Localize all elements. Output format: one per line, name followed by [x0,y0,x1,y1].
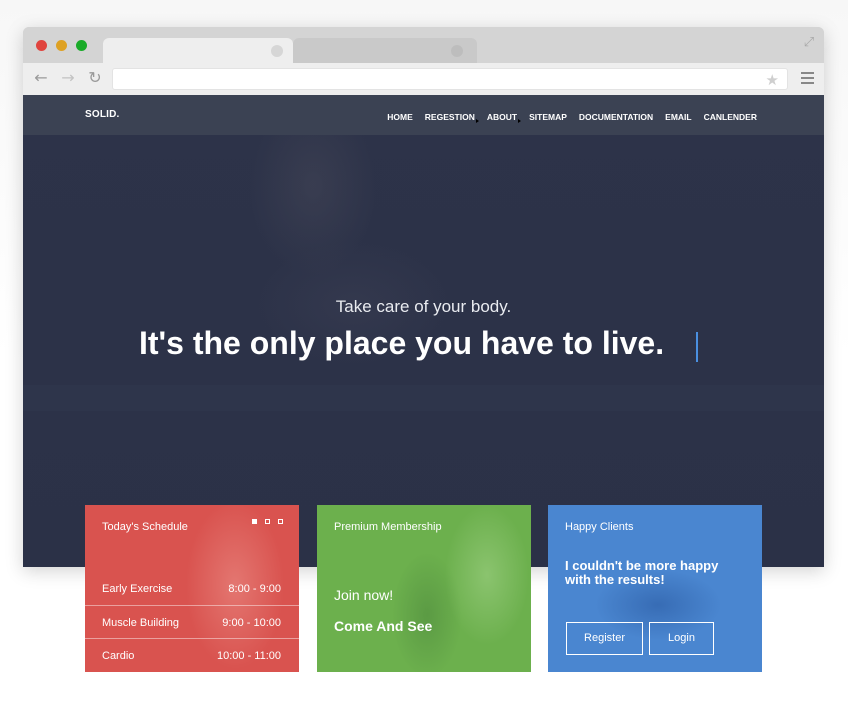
close-window-button[interactable] [36,40,47,51]
browser-tab[interactable] [293,38,477,64]
nav-regestion-label: REGESTION [424,112,475,122]
nav-home[interactable]: HOME [387,112,413,122]
main-nav: HOME REGESTION ABOUT SITEMAP DOCUMENTATI… [387,112,757,123]
text-cursor [696,332,698,362]
register-button[interactable]: Register [566,622,643,655]
schedule-time: 10:00 - 11:00 [216,650,281,662]
join-text: Join now! [334,587,394,603]
nav-email[interactable]: EMAIL [665,112,691,122]
slider-dot[interactable] [265,519,270,524]
nav-regestion[interactable]: REGESTION [424,112,479,123]
clients-heading: Happy Clients [565,521,634,533]
title-bar: ⤢ [23,27,824,64]
menu-icon[interactable] [801,72,814,84]
slider-dot[interactable] [278,519,283,524]
hero-subtitle: Take care of your body. [335,297,512,316]
star-icon[interactable]: ★ [766,71,779,89]
hero-title: It's the only place you have to live. [139,325,665,361]
forward-arrow-icon[interactable]: → [59,69,77,87]
site-header: SOLID. HOME REGESTION ABOUT SITEMAP DOCU… [23,95,824,135]
membership-card: Premium Membership Join now! Come And Se… [317,505,531,672]
nav-sitemap[interactable]: SITEMAP [529,112,567,122]
tab-close-icon[interactable] [271,45,283,57]
browser-window: ⤢ ← → ↻ ★ SOLID. HOME REGESTION ABOUT SI… [23,27,824,567]
address-bar[interactable]: ★ [112,68,788,90]
caret-right-icon [518,119,522,123]
come-and-see-link[interactable]: Come And See [334,618,432,634]
minimize-window-button[interactable] [56,40,67,51]
login-button[interactable]: Login [649,622,714,655]
slider-dot[interactable] [252,519,257,524]
back-arrow-icon[interactable]: ← [32,69,50,87]
browser-toolbar: ← → ↻ ★ [23,63,824,95]
schedule-card: Today's Schedule Early Exercise 8:00 - 9… [85,505,299,672]
schedule-name: Muscle Building [102,617,180,629]
expand-icon[interactable]: ⤢ [802,35,816,49]
schedule-name: Early Exercise [102,583,173,595]
schedule-time: 8:00 - 9:00 [228,583,281,595]
hero-background-bar [23,385,824,411]
slider-dots [252,519,283,524]
tab-close-icon[interactable] [451,45,463,57]
schedule-heading: Today's Schedule [102,521,188,533]
clients-card: Happy Clients I couldn't be more happy w… [548,505,762,672]
membership-heading: Premium Membership [334,521,442,533]
nav-documentation[interactable]: DOCUMENTATION [579,112,653,122]
schedule-row: Cardio 10:00 - 11:00 [85,638,299,671]
schedule-time: 9:00 - 10:00 [222,617,281,629]
nav-about-label: ABOUT [486,112,518,122]
caret-right-icon [475,119,479,123]
maximize-window-button[interactable] [76,40,87,51]
client-quote: I couldn't be more happy with the result… [565,558,719,587]
schedule-row: Muscle Building 9:00 - 10:00 [85,605,299,638]
reload-icon[interactable]: ↻ [86,69,104,87]
schedule-name: Cardio [102,650,135,662]
stage: ⤢ ← → ↻ ★ SOLID. HOME REGESTION ABOUT SI… [0,0,848,709]
nav-about[interactable]: ABOUT [486,112,522,123]
browser-tab-active[interactable] [103,38,293,64]
website: SOLID. HOME REGESTION ABOUT SITEMAP DOCU… [23,95,824,567]
nav-canlender[interactable]: CANLENDER [704,112,757,122]
site-logo[interactable]: SOLID. [85,109,120,120]
schedule-row: Early Exercise 8:00 - 9:00 [85,572,299,605]
